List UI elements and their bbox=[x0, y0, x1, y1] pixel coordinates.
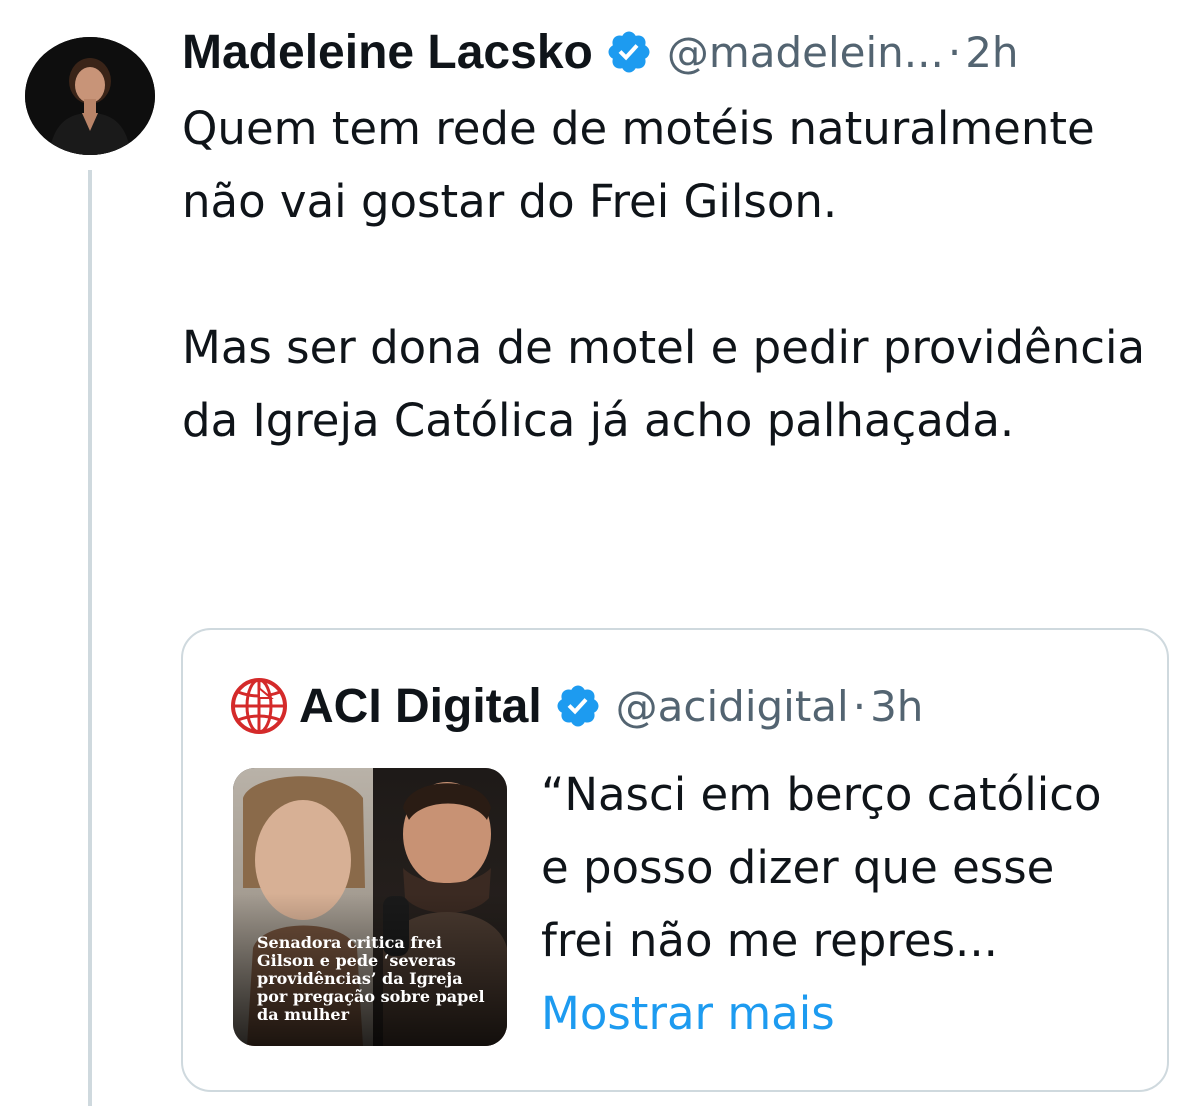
quoted-author-name[interactable]: ACI Digital bbox=[299, 679, 542, 734]
quoted-header-separator: · bbox=[852, 681, 867, 731]
tweet-body: Quem tem rede de motéis naturalmente não… bbox=[182, 92, 1172, 457]
aci-globe-logo-icon[interactable] bbox=[229, 676, 289, 736]
verified-badge-icon bbox=[554, 682, 602, 730]
quoted-author-handle[interactable]: @acidigital bbox=[616, 682, 849, 731]
tweet-paragraph: Mas ser dona de motel e pedir providênci… bbox=[182, 321, 1146, 447]
quoted-tweet-card[interactable]: ACI Digital @acidigital · 3h Senadora cr… bbox=[181, 628, 1169, 1092]
quoted-tweet-thumbnail[interactable]: Senadora critica frei Gilson e pede ‘sev… bbox=[233, 768, 507, 1046]
show-more-link[interactable]: Mostrar mais bbox=[541, 987, 835, 1040]
tweet-timestamp[interactable]: 2h bbox=[965, 28, 1018, 77]
author-handle[interactable]: @madelein... bbox=[667, 28, 944, 77]
quoted-tweet-timestamp[interactable]: 3h bbox=[870, 682, 923, 731]
header-separator: · bbox=[947, 27, 962, 77]
author-name[interactable]: Madeleine Lacsko bbox=[182, 25, 593, 80]
quoted-tweet-header: ACI Digital @acidigital · 3h bbox=[229, 674, 923, 738]
thumbnail-caption: Senadora critica frei Gilson e pede ‘sev… bbox=[257, 933, 485, 1024]
quoted-tweet-text: “Nasci em berço católico e posso dizer q… bbox=[541, 758, 1141, 1050]
tweet-paragraph: Quem tem rede de motéis naturalmente não… bbox=[182, 102, 1095, 228]
author-avatar[interactable] bbox=[25, 37, 155, 155]
thread-connector-line bbox=[88, 170, 92, 1106]
verified-badge-icon bbox=[605, 28, 653, 76]
quoted-tweet-body: “Nasci em berço católico e posso dizer q… bbox=[541, 768, 1102, 967]
tweet-header: Madeleine Lacsko @madelein... · 2h bbox=[182, 22, 1019, 82]
